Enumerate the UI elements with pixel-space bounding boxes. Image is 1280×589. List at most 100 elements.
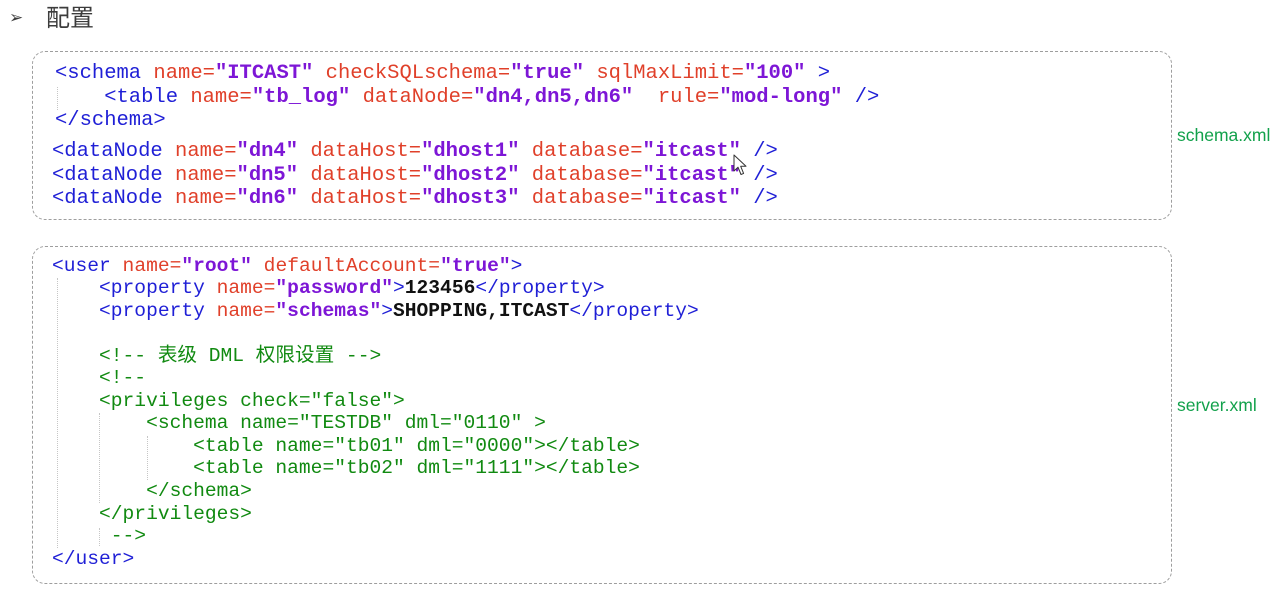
- code-token-tag: <dataNode: [52, 163, 163, 187]
- code-token-attr: name=: [162, 187, 237, 210]
- indent-guide: [147, 436, 148, 480]
- code-token-tag: </schema>: [55, 109, 166, 132]
- code-token-attr: name=: [178, 85, 252, 109]
- code-line: </privileges>: [52, 503, 1171, 526]
- code-line: </user>: [52, 548, 1171, 571]
- code-token-val: "dn5": [236, 163, 299, 187]
- code-token-attr: name=: [141, 62, 215, 85]
- code-line: <property name="password">123456</proper…: [52, 277, 1171, 300]
- code-token-tag: <dataNode: [52, 187, 163, 210]
- code-token-val: "dhost3": [421, 187, 520, 210]
- code-block: <user name="root" defaultAccount="true">…: [52, 255, 1171, 571]
- code-line: <table name="tb02" dml="1111"></table>: [52, 457, 1171, 480]
- code-token-val: "100": [743, 62, 806, 85]
- code-block: <dataNode name="dn4" dataHost="dhost1" d…: [52, 140, 1171, 211]
- code-token-tag: <user: [52, 254, 111, 277]
- code-token-comment: <table name="tb02" dml="1111"></table>: [52, 457, 640, 480]
- code-token-attr: database=: [519, 187, 643, 210]
- code-token-tag: />: [842, 85, 880, 109]
- indent-guide: [57, 278, 58, 548]
- indent-guide: [99, 413, 100, 503]
- code-token-val: "dn4,dn5,dn6": [473, 85, 634, 109]
- code-token-attr: dataHost=: [298, 140, 422, 163]
- code-token-tag: >: [393, 277, 405, 300]
- code-token-val: "mod-long": [719, 85, 843, 109]
- code-token-comment: <table name="tb01" dml="0000"></table>: [52, 434, 640, 457]
- mouse-pointer-icon: [733, 154, 747, 175]
- code-token-attr: sqlMaxLimit=: [584, 62, 744, 85]
- code-token-val: "dhost2": [421, 163, 520, 187]
- code-token-val: "true": [440, 254, 511, 277]
- code-token-attr: name=: [204, 277, 276, 300]
- code-token-val: "itcast": [642, 163, 741, 187]
- code-token-tag: </property>: [475, 277, 605, 300]
- code-token-tag: />: [740, 187, 778, 210]
- code-token-attr: checkSQLschema=: [313, 62, 511, 85]
- code-token-tag: <property: [52, 299, 205, 322]
- code-token-attr: database=: [519, 140, 643, 163]
- code-token-attr: name=: [110, 254, 182, 277]
- code-token-comment: <!-- 表级 DML 权限设置 -->: [52, 344, 382, 367]
- code-token-attr: name=: [204, 299, 276, 322]
- code-token-comment: </schema>: [52, 479, 252, 502]
- code-token-tag: <dataNode: [52, 140, 163, 163]
- code-token-tag: >: [805, 62, 831, 85]
- code-line: <table name="tb_log" dataNode="dn4,dn5,d…: [55, 86, 1171, 110]
- code-token-attr: database=: [519, 163, 643, 187]
- code-token-attr: dataNode=: [350, 85, 474, 109]
- code-line: </schema>: [55, 109, 1171, 133]
- code-token-val: "dn6": [236, 187, 299, 210]
- code-token-val: "schemas": [275, 299, 382, 322]
- schema-xml-label: schema.xml: [1177, 125, 1271, 145]
- code-line: <property name="schemas">SHOPPING,ITCAST…: [52, 300, 1171, 323]
- code-token-val: "password": [275, 277, 394, 300]
- code-token-tag: >: [510, 254, 523, 277]
- code-token-tag: <schema: [55, 62, 142, 85]
- code-line: <!-- 表级 DML 权限设置 -->: [52, 345, 1171, 368]
- code-token-val: "root": [181, 254, 252, 277]
- indent-guide: [99, 528, 100, 546]
- code-token-comment: <!--: [52, 367, 147, 390]
- code-token-tag: >: [381, 299, 394, 322]
- code-token-tag: </user>: [52, 547, 135, 570]
- code-line: </schema>: [52, 480, 1171, 503]
- server-xml-label: server.xml: [1177, 395, 1257, 415]
- code-line: <table name="tb01" dml="0000"></table>: [52, 435, 1171, 458]
- code-line: -->: [52, 525, 1171, 548]
- code-token-comment: <privileges check="false">: [52, 389, 405, 412]
- code-token-attr: dataHost=: [298, 163, 422, 187]
- code-token-attr: name=: [162, 140, 237, 163]
- code-line: <privileges check="false">: [52, 390, 1171, 413]
- code-token-tag: <property: [52, 277, 205, 300]
- code-line: <schema name="TESTDB" dml="0110" >: [52, 412, 1171, 435]
- arrow-bullet-icon: ➢: [9, 8, 24, 28]
- code-token-text: SHOPPING,ITCAST: [393, 299, 570, 322]
- code-token-val: "dhost1": [421, 140, 520, 163]
- code-line: <dataNode name="dn5" dataHost="dhost2" d…: [52, 164, 1171, 188]
- server-xml-code-box: <user name="root" defaultAccount="true">…: [32, 246, 1172, 584]
- schema-xml-code-box: <schema name="ITCAST" checkSQLschema="tr…: [32, 51, 1172, 220]
- code-token-attr: name=: [162, 163, 237, 187]
- code-token-text: 123456: [404, 277, 476, 300]
- indent-guide: [57, 87, 58, 110]
- code-token-val: "true": [510, 62, 585, 85]
- code-token-val: "itcast": [642, 140, 741, 163]
- code-token-attr: rule=: [633, 85, 720, 109]
- code-token-comment: <schema name="TESTDB" dml="0110" >: [52, 412, 546, 435]
- code-token-attr: dataHost=: [298, 187, 422, 210]
- code-token-tag: <table: [55, 85, 179, 109]
- code-token-val: "itcast": [642, 187, 741, 210]
- code-token-val: "tb_log": [251, 85, 351, 109]
- code-token-attr: defaultAccount=: [251, 254, 441, 277]
- page-title: 配置: [46, 4, 94, 32]
- code-line: <!--: [52, 367, 1171, 390]
- code-token-val: "ITCAST": [214, 62, 314, 85]
- code-line: <dataNode name="dn4" dataHost="dhost1" d…: [52, 140, 1171, 164]
- code-token-tag: </property>: [569, 299, 699, 322]
- code-line: <dataNode name="dn6" dataHost="dhost3" d…: [52, 187, 1171, 211]
- code-line: <schema name="ITCAST" checkSQLschema="tr…: [55, 62, 1171, 86]
- code-token-val: "dn4": [236, 140, 299, 163]
- code-line: <user name="root" defaultAccount="true">: [52, 255, 1171, 278]
- code-block: <schema name="ITCAST" checkSQLschema="tr…: [55, 62, 1171, 133]
